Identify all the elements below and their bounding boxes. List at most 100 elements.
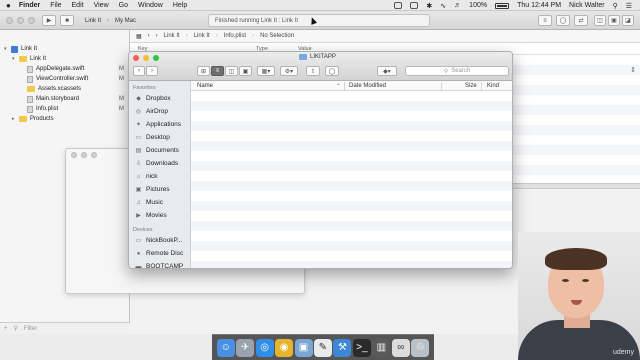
finder-search-field[interactable]: ⚲ Search [405, 66, 509, 76]
run-button[interactable]: ▶ [42, 15, 56, 26]
col-name[interactable]: Name [197, 83, 213, 89]
sidebar-app-icon[interactable]: ▥ [372, 338, 391, 357]
modified-badge: M [119, 106, 124, 112]
tags-button[interactable]: ◯ [325, 66, 339, 76]
sidebar-item-pictures[interactable]: ▣ Pictures [135, 186, 170, 193]
jumpbar-item-group[interactable]: Link It [194, 33, 210, 39]
jumpbar-item-file[interactable]: Info.plist [224, 33, 246, 39]
menu-go[interactable]: Go [119, 2, 128, 9]
add-icon[interactable]: + [4, 326, 8, 332]
disclosure-icon[interactable]: ▸ [12, 116, 19, 122]
toggle-utilities-button[interactable]: ◪ [622, 15, 634, 26]
sidebar-item-music[interactable]: ♫ Music [135, 199, 163, 206]
disclosure-icon[interactable]: ▾ [12, 56, 19, 62]
sort-ascending-icon[interactable]: ⌃ [336, 83, 341, 90]
version-editor-button[interactable]: ⇄ [574, 15, 588, 26]
jumpbar-item-selection[interactable]: No Selection [260, 33, 294, 39]
battery-icon[interactable] [495, 2, 510, 9]
share-button[interactable]: ⇧ [306, 66, 320, 76]
xcode-icon[interactable]: ⚒ [333, 338, 352, 357]
standard-editor-button[interactable]: ≡ [538, 15, 552, 26]
menu-finder[interactable]: Finder [19, 2, 40, 9]
sidebar-item-bootcamp[interactable]: ▬ BOOTCAMP [135, 263, 184, 268]
sidebar-item-airdrop[interactable]: ◎ AirDrop [135, 108, 168, 115]
menu-window[interactable]: Window [138, 2, 163, 9]
finder-zoom-button[interactable] [153, 55, 159, 61]
filter-field[interactable]: Filter [24, 326, 37, 332]
menu-file[interactable]: File [50, 2, 61, 9]
sidebar-item-remote-disc[interactable]: ● Remote Disc [135, 250, 184, 257]
sidebar-item-downloads[interactable]: ⇩ Downloads [135, 160, 178, 167]
bluetooth-icon[interactable]: ✱ [426, 2, 432, 10]
user-name[interactable]: Nick Walter [569, 2, 605, 9]
cover-flow-button[interactable]: ▣ [239, 66, 252, 76]
menu-edit[interactable]: Edit [72, 2, 84, 9]
trash-icon[interactable]: ♲ [411, 338, 430, 357]
bg-zoom-button[interactable] [91, 152, 97, 158]
stepper-icon[interactable]: ⇕ [630, 66, 636, 74]
icon-view-button[interactable]: ⊞ [197, 66, 210, 76]
back-icon[interactable]: ‹ [148, 33, 150, 39]
minimize-button[interactable] [17, 17, 24, 24]
textedit-icon[interactable]: ✎ [313, 338, 332, 357]
chrome-icon[interactable]: ◉ [275, 338, 294, 357]
navigator-item[interactable]: Main.storyboard M [0, 94, 130, 104]
finder-minimize-button[interactable] [143, 55, 149, 61]
sidebar-item-movies[interactable]: ▶ Movies [135, 212, 166, 219]
finder-back-button[interactable]: ‹ [133, 66, 145, 76]
jumpbar-item-project[interactable]: Link It [164, 33, 180, 39]
bg-minimize-button[interactable] [81, 152, 87, 158]
preview-icon[interactable]: ▣ [294, 338, 313, 357]
bg-close-button[interactable] [71, 152, 77, 158]
display-icon[interactable] [394, 2, 403, 9]
column-view-button[interactable]: ◫ [225, 66, 238, 76]
finder-close-button[interactable] [133, 55, 139, 61]
col-date-modified[interactable]: Date Modified [349, 83, 386, 89]
navigator-item[interactable]: ▸ Products [0, 114, 130, 124]
clock[interactable]: Thu 12:44 PM [517, 2, 561, 9]
toggle-navigator-button[interactable]: ◫ [594, 15, 606, 26]
search-icon[interactable]: ⚲ [613, 2, 618, 10]
forward-icon[interactable]: › [156, 33, 158, 39]
zoom-button[interactable] [28, 17, 35, 24]
close-button[interactable] [6, 17, 13, 24]
launchpad-icon[interactable]: ✈ [236, 338, 255, 357]
navigator-item[interactable]: ViewController.swift M [0, 74, 130, 84]
toggle-debug-button[interactable]: ▣ [608, 15, 620, 26]
sidebar-item-documents[interactable]: ▤ Documents [135, 147, 179, 154]
menu-help[interactable]: Help [173, 2, 187, 9]
safari-icon[interactable]: ◎ [255, 338, 274, 357]
stop-button[interactable]: ■ [60, 15, 74, 26]
apple-menu-icon[interactable]: ● [6, 1, 11, 10]
list-view-button[interactable]: ≡ [211, 66, 224, 76]
scheme-selector[interactable]: Link It › My Mac [85, 15, 142, 26]
dropbox-status-icon[interactable] [410, 2, 419, 9]
navigator-item[interactable]: Info.plist M [0, 104, 130, 114]
dropbox-toolbar-button[interactable]: ◆▾ [377, 66, 397, 76]
related-items-icon[interactable]: ▦ [136, 33, 142, 40]
volume-icon[interactable]: ♬ [454, 2, 461, 9]
sidebar-item-desktop[interactable]: ▭ Desktop [135, 134, 170, 141]
sidebar-item-nickbookp[interactable]: ▭ NickBookP... [135, 237, 183, 244]
sidebar-item-applications[interactable]: ✦ Applications [135, 121, 181, 128]
menu-view[interactable]: View [94, 2, 109, 9]
wifi-icon[interactable]: ∿ [440, 2, 446, 10]
col-size[interactable]: Size [465, 83, 477, 89]
finder-empty-rows[interactable] [191, 91, 512, 268]
sidebar-item-nick[interactable]: ⌂ nick [135, 173, 158, 180]
finder-icon[interactable]: ☺ [216, 338, 235, 357]
navigator-item[interactable]: ▾ Link It [0, 44, 130, 54]
notification-center-icon[interactable]: ☰ [626, 2, 632, 10]
navigator-item[interactable]: AppDelegate.swift M [0, 64, 130, 74]
arrange-button[interactable]: ▦▾ [257, 66, 275, 76]
disclosure-icon[interactable]: ▾ [4, 46, 11, 52]
col-kind[interactable]: Kind [487, 83, 499, 89]
terminal-icon[interactable]: >_ [352, 338, 371, 357]
sidebar-item-dropbox[interactable]: ◆ Dropbox [135, 95, 170, 102]
finder-forward-button[interactable]: › [146, 66, 158, 76]
assistant-editor-button[interactable]: ◯ [556, 15, 570, 26]
link-it-icon[interactable]: ∞ [391, 338, 410, 357]
action-gear-button[interactable]: ⚙▾ [280, 66, 298, 76]
navigator-item[interactable]: Assets.xcassets [0, 84, 130, 94]
navigator-item[interactable]: ▾ Link It [0, 54, 130, 64]
